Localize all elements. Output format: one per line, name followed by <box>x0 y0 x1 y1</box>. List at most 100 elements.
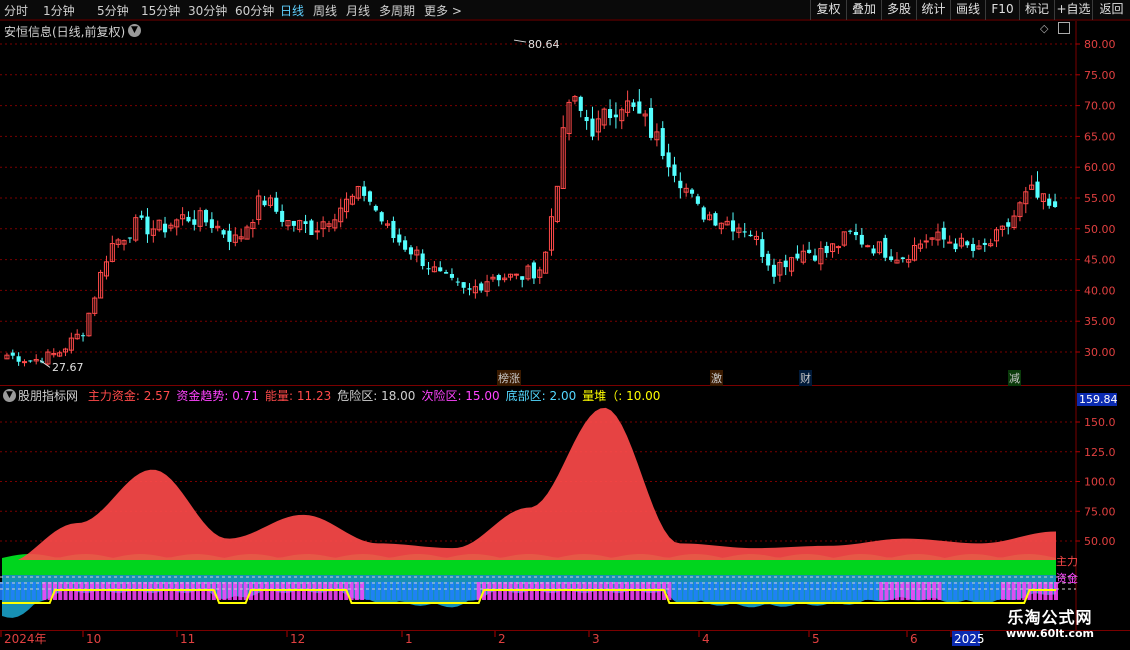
price-tick-label: 40.00 <box>1084 284 1116 297</box>
date-tick-label: 6 <box>910 632 918 646</box>
f10-button[interactable]: F10 <box>985 0 1019 20</box>
period-60min[interactable]: 60分钟 <box>235 2 274 19</box>
chart-canvas: 80.00 75.00 70.00 65.00 60.00 55.00 50.00 45.00… <box>0 20 1130 646</box>
add-watchlist-button[interactable]: +自选 <box>1054 0 1092 20</box>
diamond-icon[interactable]: ◇ <box>1040 22 1048 35</box>
fund-trend-bar <box>969 582 974 600</box>
statistics-button[interactable]: 统计 <box>916 0 950 20</box>
candle-body-down <box>262 200 267 206</box>
multi-stock-button[interactable]: 多股 <box>881 0 916 20</box>
fund-trend-bar <box>868 582 873 600</box>
candle-body-up <box>835 246 841 249</box>
restore-rights-button[interactable]: 复权 <box>810 0 846 20</box>
candle-body-down <box>362 186 367 196</box>
fund-trend-bar <box>381 582 386 600</box>
event-tag-rank[interactable]: 榜涨 <box>497 370 521 386</box>
event-tag-finance[interactable]: 财 <box>799 370 812 386</box>
candle-body-down <box>859 234 864 245</box>
candle-body-down <box>139 215 144 218</box>
overlay-button[interactable]: 叠加 <box>846 0 881 20</box>
fund-trend-bar <box>889 582 894 600</box>
fund-trend-bar <box>932 582 937 600</box>
fund-trend-bar <box>360 582 365 600</box>
candle-body-down <box>695 196 700 204</box>
candle-body-down <box>1035 181 1040 198</box>
fund-trend-bar <box>715 582 720 600</box>
period-multi[interactable]: 多周期 <box>379 2 415 19</box>
fund-trend-bar <box>985 582 990 600</box>
indicator-name: 股朋指标网 <box>18 389 79 403</box>
fund-trend-bar <box>926 582 931 600</box>
fund-trend-bar <box>1006 582 1011 600</box>
indicator-value-6: 量堆（: 10.00 <box>582 389 661 403</box>
candle-body-down <box>391 220 396 239</box>
fund-trend-bar <box>979 582 984 600</box>
period-daily[interactable]: 日线 <box>280 2 304 19</box>
indicator-tick-label: 50.00 <box>1084 535 1116 548</box>
fund-trend-bar <box>376 582 381 600</box>
candle-body-down <box>145 216 150 235</box>
fund-trend-bar <box>948 582 953 600</box>
fund-trend-bar <box>233 582 238 600</box>
chevron-down-icon[interactable]: ▼ <box>128 24 141 37</box>
fund-trend-bar <box>741 582 746 600</box>
period-30min[interactable]: 30分钟 <box>188 2 227 19</box>
period-15min[interactable]: 15分钟 <box>141 2 180 19</box>
candle-body-down <box>953 243 958 250</box>
fund-trend-bar <box>895 582 900 600</box>
candle-body-down <box>608 109 613 119</box>
fund-trend-bar <box>789 582 794 600</box>
back-button[interactable]: 返回 <box>1092 0 1130 20</box>
candle-body-down <box>420 253 425 267</box>
mark-button[interactable]: 标记 <box>1019 0 1054 20</box>
fund-trend-bar <box>683 582 688 600</box>
fund-trend-bar <box>21 582 26 600</box>
chevron-down-icon[interactable]: ▼ <box>3 389 16 402</box>
candle-body-down <box>403 240 408 250</box>
period-more[interactable]: 更多 > <box>424 2 462 19</box>
fund-trend-bar <box>386 582 391 600</box>
maximize-icon[interactable] <box>1058 22 1070 34</box>
period-5min[interactable]: 5分钟 <box>97 2 129 19</box>
candle-body-down <box>742 231 747 233</box>
candle-body-down <box>16 356 21 362</box>
period-1min[interactable]: 1分钟 <box>43 2 75 19</box>
fund-trend-bar <box>836 582 841 600</box>
price-tick-label: 60.00 <box>1084 161 1116 174</box>
indicator-tick-label: 125.0 <box>1084 446 1116 459</box>
date-tick-label: 12 <box>290 632 305 646</box>
fund-trend-bar <box>778 582 783 600</box>
period-intraday[interactable]: 分时 <box>4 2 28 19</box>
period-weekly[interactable]: 周线 <box>313 2 337 19</box>
event-tag-reduce[interactable]: 减 <box>1008 370 1021 386</box>
fund-trend-bar <box>762 582 767 600</box>
fund-trend-bar <box>704 582 709 600</box>
candle-body-down <box>971 244 976 251</box>
date-tick-label: 2 <box>498 632 506 646</box>
candle-body-down <box>467 288 472 290</box>
fund-trend-bar <box>444 582 449 600</box>
fund-trend-bar <box>937 582 942 600</box>
fund-trend-bar <box>227 582 232 600</box>
candle-body-down <box>760 239 765 257</box>
draw-line-button[interactable]: 画线 <box>950 0 985 20</box>
candle-body-down <box>192 219 197 225</box>
event-tag-active[interactable]: 激 <box>710 370 723 386</box>
fund-trend-bar <box>953 582 958 600</box>
candle-body-up <box>865 245 871 248</box>
fund-trend-bar <box>820 582 825 600</box>
fund-trend-bar <box>1001 582 1006 600</box>
fund-trend-bar <box>842 582 847 600</box>
candle-body-down <box>221 230 226 235</box>
candle-body-down <box>408 247 414 255</box>
period-monthly[interactable]: 月线 <box>346 2 370 19</box>
fund-trend-bar <box>847 582 852 600</box>
fund-trend-bar <box>471 582 476 600</box>
candle-body-down <box>795 253 800 259</box>
fund-trend-bar <box>910 582 915 600</box>
main-fund-area <box>2 407 1056 560</box>
indicator-value-4: 次险区: 15.00 <box>421 389 500 403</box>
candle-body-down <box>982 242 987 245</box>
price-tick-label: 45.00 <box>1084 254 1116 267</box>
fund-trend-bar <box>222 582 227 600</box>
